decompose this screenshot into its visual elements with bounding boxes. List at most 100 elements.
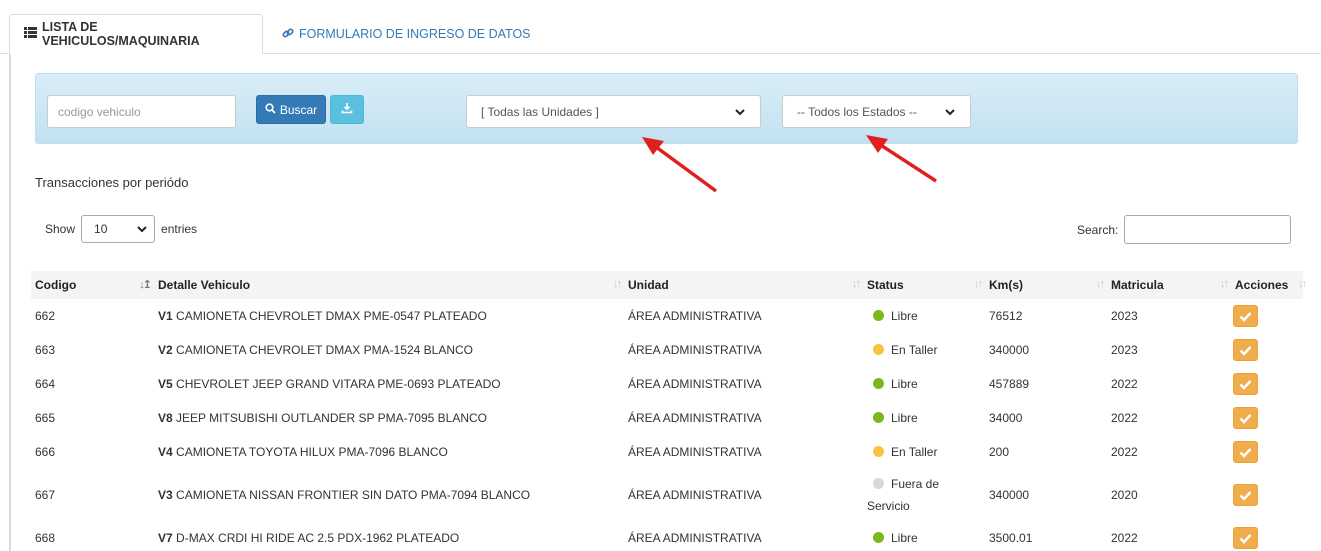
- table-row: 666 V4 CAMIONETA TOYOTA HILUX PMA-7096 BL…: [31, 435, 1303, 469]
- vehicle-detail: JEEP MITSUBISHI OUTLANDER SP PMA-7095 BL…: [176, 411, 488, 425]
- chevron-down-icon: [735, 108, 745, 115]
- cell-kms: 457889: [989, 377, 1030, 391]
- vehicle-id: V2: [158, 343, 173, 357]
- cell-acciones: [1231, 367, 1303, 401]
- cell-unidad: ÁREA ADMINISTRATIVA: [628, 377, 762, 391]
- tab-data-form-label: FORMULARIO DE INGRESO DE DATOS: [299, 27, 531, 41]
- cell-codigo: 665: [35, 411, 56, 425]
- check-icon: [1239, 379, 1252, 390]
- cell-acciones: [1231, 469, 1303, 521]
- entries-select[interactable]: 10: [81, 215, 156, 243]
- check-icon: [1239, 311, 1252, 322]
- vehicle-detail: CAMIONETA NISSAN FRONTIER SIN DATO PMA-7…: [176, 488, 531, 502]
- cell-codigo: 668: [35, 531, 56, 545]
- status-dot-icon: [873, 412, 884, 423]
- column-header-detalle[interactable]: Detalle Vehiculo ↓↑: [154, 271, 624, 299]
- column-header-unidad[interactable]: Unidad ↓↑: [624, 271, 863, 299]
- check-icon: [1239, 413, 1252, 424]
- table-row: 664 V5 CHEVROLET JEEP GRAND VITARA PME-06…: [31, 367, 1303, 401]
- table-search-input[interactable]: [1124, 215, 1292, 244]
- status-dot-icon: [873, 310, 884, 321]
- column-header-acciones[interactable]: Acciones ↓↑: [1231, 271, 1307, 299]
- cell-matricula: 2022: [1111, 531, 1138, 545]
- download-button[interactable]: [330, 95, 364, 124]
- edit-action-button[interactable]: [1233, 527, 1258, 549]
- vehicle-detail: D-MAX CRDI HI RIDE AC 2.5 PDX-1962 PLATE…: [176, 531, 460, 545]
- unidades-select[interactable]: [ Todas las Unidades ]: [466, 95, 761, 128]
- cell-status: En Taller: [863, 435, 985, 469]
- column-header-label: Status: [867, 278, 904, 292]
- vehicle-id: V1: [158, 309, 173, 323]
- cell-matricula: 2023: [1111, 343, 1138, 357]
- column-header-codigo[interactable]: Codigo ↓↥: [31, 271, 154, 299]
- estados-select[interactable]: -- Todos los Estados --: [782, 95, 971, 128]
- status-dot-icon: [873, 344, 884, 355]
- tab-vehicle-list[interactable]: LISTA DE VEHICULOS/MAQUINARIA: [9, 14, 263, 54]
- cell-detalle: V8 JEEP MITSUBISHI OUTLANDER SP PMA-7095…: [154, 401, 624, 435]
- edit-action-button[interactable]: [1233, 407, 1258, 429]
- cell-codigo: 662: [35, 309, 56, 323]
- entries-label: entries: [161, 222, 198, 236]
- cell-detalle: V2 CAMIONETA CHEVROLET DMAX PMA-1524 BLA…: [154, 333, 624, 367]
- status-dot-icon: [873, 378, 884, 389]
- status-label: Libre: [891, 531, 918, 545]
- cell-unidad: ÁREA ADMINISTRATIVA: [628, 309, 762, 323]
- cell-codigo: 666: [35, 445, 56, 459]
- cell-kms: 340000: [989, 488, 1030, 502]
- edit-action-button[interactable]: [1233, 339, 1258, 361]
- search-button[interactable]: Buscar: [256, 95, 326, 124]
- cell-matricula: 2023: [1111, 309, 1138, 323]
- cell-codigo: 664: [35, 377, 56, 391]
- table-row: 663 V2 CAMIONETA CHEVROLET DMAX PMA-1524 …: [31, 333, 1303, 367]
- cell-status: Fuera de Servicio: [863, 469, 985, 521]
- tab-bar: LISTA DE VEHICULOS/MAQUINARIA FORMULARIO…: [0, 0, 1321, 54]
- cell-matricula: 2020: [1111, 488, 1138, 502]
- estados-select-value: -- Todos los Estados --: [797, 104, 917, 119]
- cell-matricula: 2022: [1111, 377, 1138, 391]
- cell-codigo: 667: [35, 488, 56, 502]
- edit-action-button[interactable]: [1233, 373, 1258, 395]
- table-row: 665 V8 JEEP MITSUBISHI OUTLANDER SP PMA-7…: [31, 401, 1303, 435]
- edit-action-button[interactable]: [1233, 441, 1258, 463]
- check-icon: [1239, 533, 1252, 544]
- vehicle-id: V7: [158, 531, 173, 545]
- cell-unidad: ÁREA ADMINISTRATIVA: [628, 445, 762, 459]
- vehicle-id: V3: [158, 488, 173, 502]
- annotation-arrow-icon: [866, 135, 937, 183]
- cell-detalle: V1 CAMIONETA CHEVROLET DMAX PME-0547 PLA…: [154, 299, 624, 333]
- vehicle-code-input[interactable]: [47, 95, 236, 128]
- cell-kms: 340000: [989, 343, 1030, 357]
- edit-action-button[interactable]: [1233, 305, 1258, 327]
- section-title: Transacciones por periódo: [35, 175, 189, 190]
- column-header-kms[interactable]: Km(s) ↓↑: [985, 271, 1107, 299]
- download-icon: [341, 102, 353, 117]
- sort-icon: ↓↑: [1096, 278, 1105, 290]
- list-icon: [24, 27, 37, 41]
- sort-icon: ↓↑: [974, 278, 983, 290]
- chevron-down-icon: [945, 108, 955, 115]
- vehicle-id: V4: [158, 445, 173, 459]
- tab-vehicle-list-label: LISTA DE VEHICULOS/MAQUINARIA: [42, 20, 200, 48]
- cell-matricula: 2022: [1111, 411, 1138, 425]
- cell-acciones: [1231, 521, 1303, 551]
- search-icon: [265, 102, 276, 117]
- cell-codigo: 663: [35, 343, 56, 357]
- sort-icon: ↓↑: [1298, 278, 1307, 290]
- unidades-select-value: [ Todas las Unidades ]: [481, 104, 599, 119]
- chevron-down-icon: [137, 226, 147, 233]
- vehicle-detail: CAMIONETA CHEVROLET DMAX PME-0547 PLATEA…: [176, 309, 487, 323]
- link-icon: [282, 27, 294, 42]
- column-header-matricula[interactable]: Matricula ↓↑: [1107, 271, 1231, 299]
- sort-icon: ↓↑: [1220, 278, 1229, 290]
- vehicle-detail: CAMIONETA TOYOTA HILUX PMA-7096 BLANCO: [176, 445, 448, 459]
- column-header-label: Acciones: [1235, 278, 1289, 292]
- cell-unidad: ÁREA ADMINISTRATIVA: [628, 343, 762, 357]
- cell-unidad: ÁREA ADMINISTRATIVA: [628, 488, 762, 502]
- edit-action-button[interactable]: [1233, 484, 1258, 506]
- check-icon: [1239, 447, 1252, 458]
- column-header-label: Codigo: [35, 278, 77, 292]
- cell-unidad: ÁREA ADMINISTRATIVA: [628, 531, 762, 545]
- column-header-status[interactable]: Status ↓↑: [863, 271, 985, 299]
- cell-detalle: V7 D-MAX CRDI HI RIDE AC 2.5 PDX-1962 PL…: [154, 521, 624, 551]
- tab-data-form[interactable]: FORMULARIO DE INGRESO DE DATOS: [268, 14, 545, 54]
